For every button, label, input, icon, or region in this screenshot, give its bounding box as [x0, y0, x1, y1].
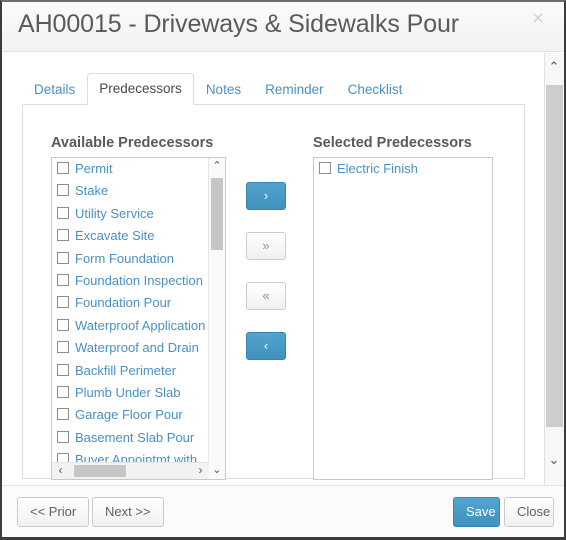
list-item-label: Permit	[75, 161, 113, 176]
list-item[interactable]: Foundation Pour	[52, 292, 225, 314]
checkbox[interactable]	[57, 318, 69, 331]
available-predecessors-heading: Available Predecessors	[51, 135, 214, 151]
list-item[interactable]: Plumb Under Slab	[52, 382, 225, 404]
move-right-button[interactable]: ›	[246, 182, 286, 210]
checkbox[interactable]	[57, 408, 69, 421]
checkbox[interactable]	[57, 273, 69, 286]
list-item-label: Stake	[75, 183, 109, 199]
checkbox[interactable]	[57, 184, 69, 197]
list-item-label: Waterproof and Drain	[75, 340, 199, 356]
list-item-label: Waterproof Application	[75, 317, 206, 333]
scrollbar-thumb[interactable]	[211, 178, 223, 250]
page-title: AH00015 - Driveways & Sidewalks Pour	[18, 10, 460, 38]
next-button[interactable]: Next >>	[92, 497, 164, 527]
list-item[interactable]: Garage Floor Pour	[52, 404, 225, 426]
modal-window: AH00015 - Driveways & Sidewalks Pour × D…	[0, 0, 566, 540]
close-button[interactable]: Close	[504, 497, 554, 527]
save-button[interactable]: Save	[453, 497, 500, 527]
checkbox[interactable]	[57, 430, 69, 443]
list-item[interactable]: Permit	[52, 158, 225, 180]
list-item-label: Excavate Site	[75, 228, 155, 244]
list-item[interactable]: Electric Finish	[314, 158, 492, 180]
available-list-horizontal-scrollbar[interactable]: ‹ ›	[52, 462, 209, 479]
modal-footer: << Prior Next >> Save Close	[2, 485, 564, 537]
checkbox[interactable]	[57, 206, 69, 219]
list-item-label: Utility Service	[75, 205, 154, 221]
list-item[interactable]: Basement Slab Pour	[52, 427, 225, 449]
move-all-right-button[interactable]: »	[246, 232, 286, 260]
scroll-down-icon[interactable]: ⌄	[545, 451, 563, 469]
move-all-left-button[interactable]: «	[246, 282, 286, 310]
checkbox[interactable]	[57, 229, 69, 242]
scrollbar-thumb[interactable]	[74, 465, 126, 477]
list-item[interactable]: Foundation Inspection	[52, 270, 225, 292]
checkbox[interactable]	[57, 341, 69, 354]
main-vertical-scrollbar[interactable]: ⌃ ⌄	[544, 53, 564, 488]
scroll-up-icon[interactable]: ⌃	[209, 158, 225, 175]
selected-predecessors-heading: Selected Predecessors	[313, 135, 472, 151]
list-item[interactable]: Excavate Site	[52, 225, 225, 247]
tab-details[interactable]: Details	[22, 74, 87, 105]
checkbox[interactable]	[57, 251, 69, 264]
checkbox[interactable]	[57, 162, 69, 174]
tab-checklist[interactable]: Checklist	[336, 74, 415, 105]
modal-body: Details Predecessors Notes Reminder Checklis…	[2, 53, 564, 488]
list-item[interactable]: Waterproof and Drain	[52, 337, 225, 359]
tab-reminder[interactable]: Reminder	[253, 74, 336, 105]
scrollbar-thumb[interactable]	[546, 85, 563, 427]
list-item-label: Electric Finish	[337, 161, 418, 176]
list-item[interactable]: Backfill Perimeter	[52, 360, 225, 382]
list-item[interactable]: Stake	[52, 180, 225, 202]
checkbox[interactable]	[57, 296, 69, 309]
selected-list-items: Electric Finish	[314, 158, 492, 479]
close-icon[interactable]: ×	[526, 7, 550, 31]
scroll-right-icon[interactable]: ›	[192, 463, 209, 479]
scroll-down-icon[interactable]: ⌄	[209, 462, 225, 479]
checkbox[interactable]	[319, 162, 331, 174]
available-predecessors-list[interactable]: Permit Stake Utility Service Excavate Site F…	[51, 157, 226, 480]
scroll-left-icon[interactable]: ‹	[52, 463, 69, 479]
tab-bar: Details Predecessors Notes Reminder Checklis…	[22, 73, 415, 105]
available-list-vertical-scrollbar[interactable]: ⌃ ⌄	[208, 158, 225, 479]
scroll-up-icon[interactable]: ⌃	[545, 58, 563, 76]
available-list-items: Permit Stake Utility Service Excavate Site F…	[52, 158, 225, 479]
checkbox[interactable]	[57, 385, 69, 398]
list-item-label: Garage Floor Pour	[75, 407, 183, 423]
move-left-button[interactable]: ‹	[246, 332, 286, 360]
list-item-label: Plumb Under Slab	[75, 384, 181, 400]
list-item-label: Foundation Inspection	[75, 272, 203, 288]
list-item[interactable]: Utility Service	[52, 203, 225, 225]
list-item-label: Form Foundation	[75, 250, 174, 266]
tab-notes[interactable]: Notes	[194, 74, 253, 105]
list-item-label: Backfill Perimeter	[75, 362, 177, 378]
list-item[interactable]: Form Foundation	[52, 248, 225, 270]
tab-predecessors[interactable]: Predecessors	[87, 73, 194, 105]
selected-predecessors-list[interactable]: Electric Finish	[313, 157, 493, 480]
prior-button[interactable]: << Prior	[17, 497, 90, 527]
predecessors-panel: Available Predecessors Selected Predeces…	[22, 104, 525, 480]
list-item-label: Basement Slab Pour	[75, 429, 195, 445]
list-item-label: Foundation Pour	[75, 295, 172, 311]
list-item[interactable]: Waterproof Application	[52, 315, 225, 337]
modal-header: AH00015 - Driveways & Sidewalks Pour ×	[2, 2, 564, 52]
checkbox[interactable]	[57, 363, 69, 376]
